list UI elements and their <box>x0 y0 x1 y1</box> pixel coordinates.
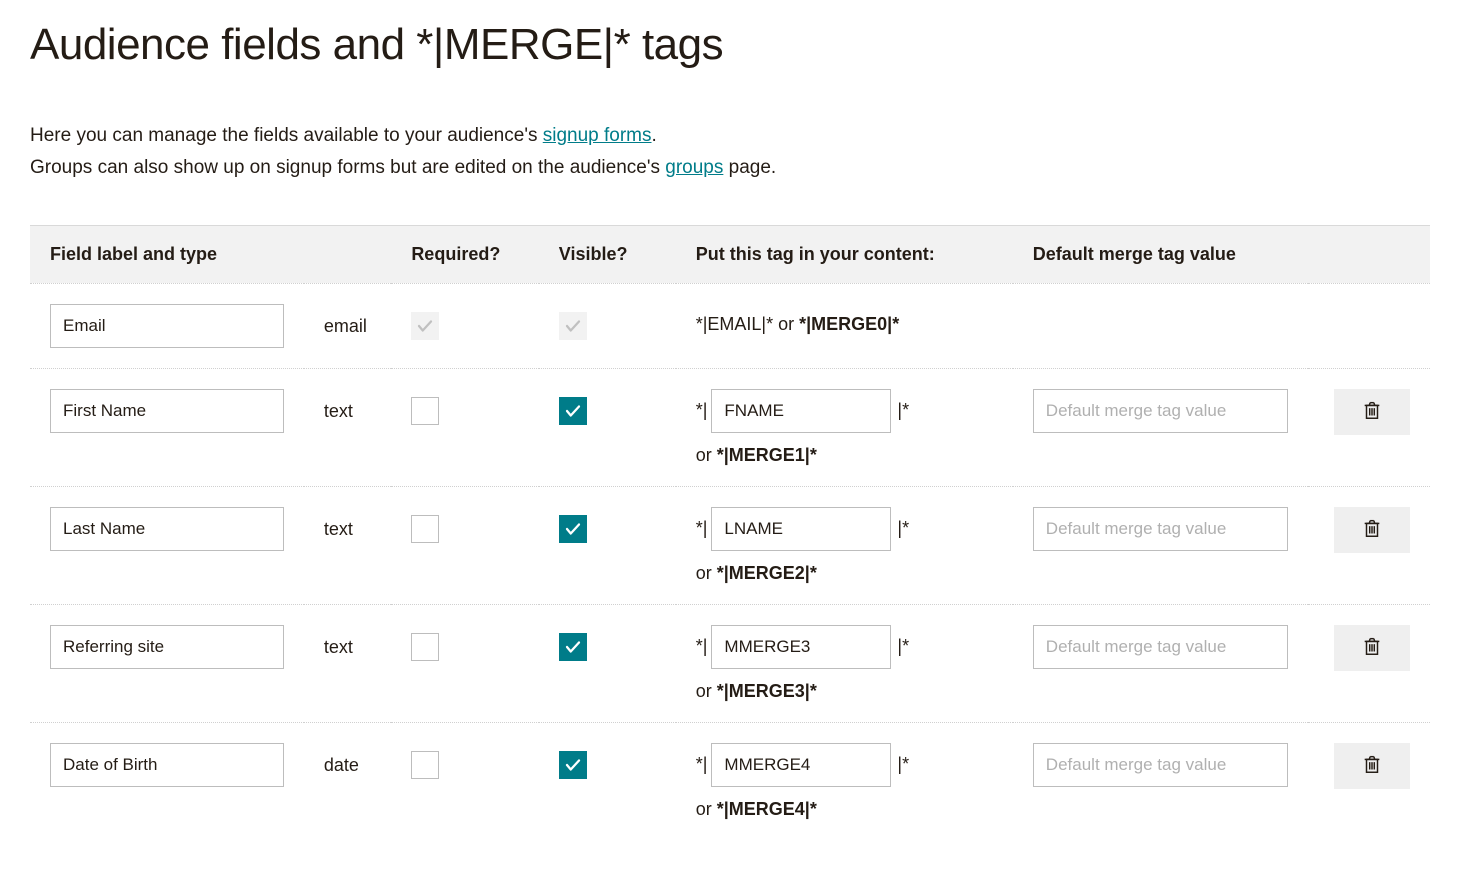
merge-tag-input[interactable] <box>711 743 891 787</box>
merge-tag-text: *|EMAIL|* or *|MERGE0|* <box>696 304 993 335</box>
visible-checkbox <box>559 312 587 340</box>
merge-tag-alt: or *|MERGE1|* <box>696 445 993 466</box>
default-value-input[interactable] <box>1033 507 1288 551</box>
field-type-label: text <box>324 389 353 422</box>
default-value-input[interactable] <box>1033 743 1288 787</box>
intro-line1-before: Here you can manage the fields available… <box>30 125 543 146</box>
column-header-default: Default merge tag value <box>1013 225 1308 283</box>
table-row: text *| |* or *|MERGE1|* <box>30 368 1430 486</box>
merge-tag-suffix: |* <box>897 518 909 539</box>
default-value-input[interactable] <box>1033 625 1288 669</box>
table-row: text *| |* or *|MERGE2|* <box>30 486 1430 604</box>
visible-checkbox[interactable] <box>559 751 587 779</box>
groups-link[interactable]: groups <box>665 157 723 178</box>
delete-button[interactable] <box>1334 625 1410 671</box>
field-type-label: text <box>324 625 353 658</box>
merge-tag-wrapper: *| |* <box>696 625 993 669</box>
visible-checkbox[interactable] <box>559 515 587 543</box>
table-row: email *|EMAIL|* or *|MERGE0|* <box>30 283 1430 368</box>
column-header-delete <box>1308 225 1430 283</box>
field-label-input[interactable] <box>50 507 284 551</box>
intro-line1-after: . <box>652 125 657 146</box>
required-checkbox[interactable] <box>411 751 439 779</box>
intro-line2-after: page. <box>723 157 776 178</box>
merge-tag-alt: or *|MERGE4|* <box>696 799 993 820</box>
column-header-required: Required? <box>391 225 538 283</box>
intro-line2-before: Groups can also show up on signup forms … <box>30 157 665 178</box>
field-label-input[interactable] <box>50 625 284 669</box>
merge-tag-alt: or *|MERGE3|* <box>696 681 993 702</box>
merge-tag-suffix: |* <box>897 400 909 421</box>
merge-tag-prefix: *| <box>696 636 708 657</box>
merge-tag-prefix: *| <box>696 400 708 421</box>
field-type-label: email <box>324 304 367 337</box>
delete-button[interactable] <box>1334 507 1410 553</box>
trash-icon <box>1361 753 1383 778</box>
table-row: text *| |* or *|MERGE3|* <box>30 604 1430 722</box>
merge-tag-suffix: |* <box>897 636 909 657</box>
trash-icon <box>1361 399 1383 424</box>
required-checkbox[interactable] <box>411 515 439 543</box>
column-header-label: Field label and type <box>30 225 391 283</box>
merge-tag-suffix: |* <box>897 754 909 775</box>
merge-tag-prefix: *| <box>696 518 708 539</box>
trash-icon <box>1361 635 1383 660</box>
signup-forms-link[interactable]: signup forms <box>543 125 652 146</box>
delete-button[interactable] <box>1334 389 1410 435</box>
required-checkbox[interactable] <box>411 633 439 661</box>
page-title: Audience fields and *|MERGE|* tags <box>30 20 1430 70</box>
merge-tag-wrapper: *| |* <box>696 743 993 787</box>
merge-tag-input[interactable] <box>711 389 891 433</box>
required-checkbox[interactable] <box>411 397 439 425</box>
field-label-input[interactable] <box>50 389 284 433</box>
table-row: date *| |* or *|MERGE4|* <box>30 722 1430 840</box>
merge-tag-prefix: *| <box>696 754 708 775</box>
required-checkbox <box>411 312 439 340</box>
trash-icon <box>1361 517 1383 542</box>
field-label-input[interactable] <box>50 304 284 348</box>
column-header-visible: Visible? <box>539 225 676 283</box>
field-label-input[interactable] <box>50 743 284 787</box>
merge-tag-input[interactable] <box>711 507 891 551</box>
intro-text: Here you can manage the fields available… <box>30 120 1430 185</box>
merge-tag-wrapper: *| |* <box>696 507 993 551</box>
merge-tag-alt: or *|MERGE2|* <box>696 563 993 584</box>
default-value-input[interactable] <box>1033 389 1288 433</box>
merge-fields-table: Field label and type Required? Visible? … <box>30 225 1430 840</box>
delete-button[interactable] <box>1334 743 1410 789</box>
field-type-label: text <box>324 507 353 540</box>
merge-tag-wrapper: *| |* <box>696 389 993 433</box>
column-header-tag: Put this tag in your content: <box>676 225 1013 283</box>
visible-checkbox[interactable] <box>559 397 587 425</box>
merge-tag-input[interactable] <box>711 625 891 669</box>
field-type-label: date <box>324 743 359 776</box>
visible-checkbox[interactable] <box>559 633 587 661</box>
